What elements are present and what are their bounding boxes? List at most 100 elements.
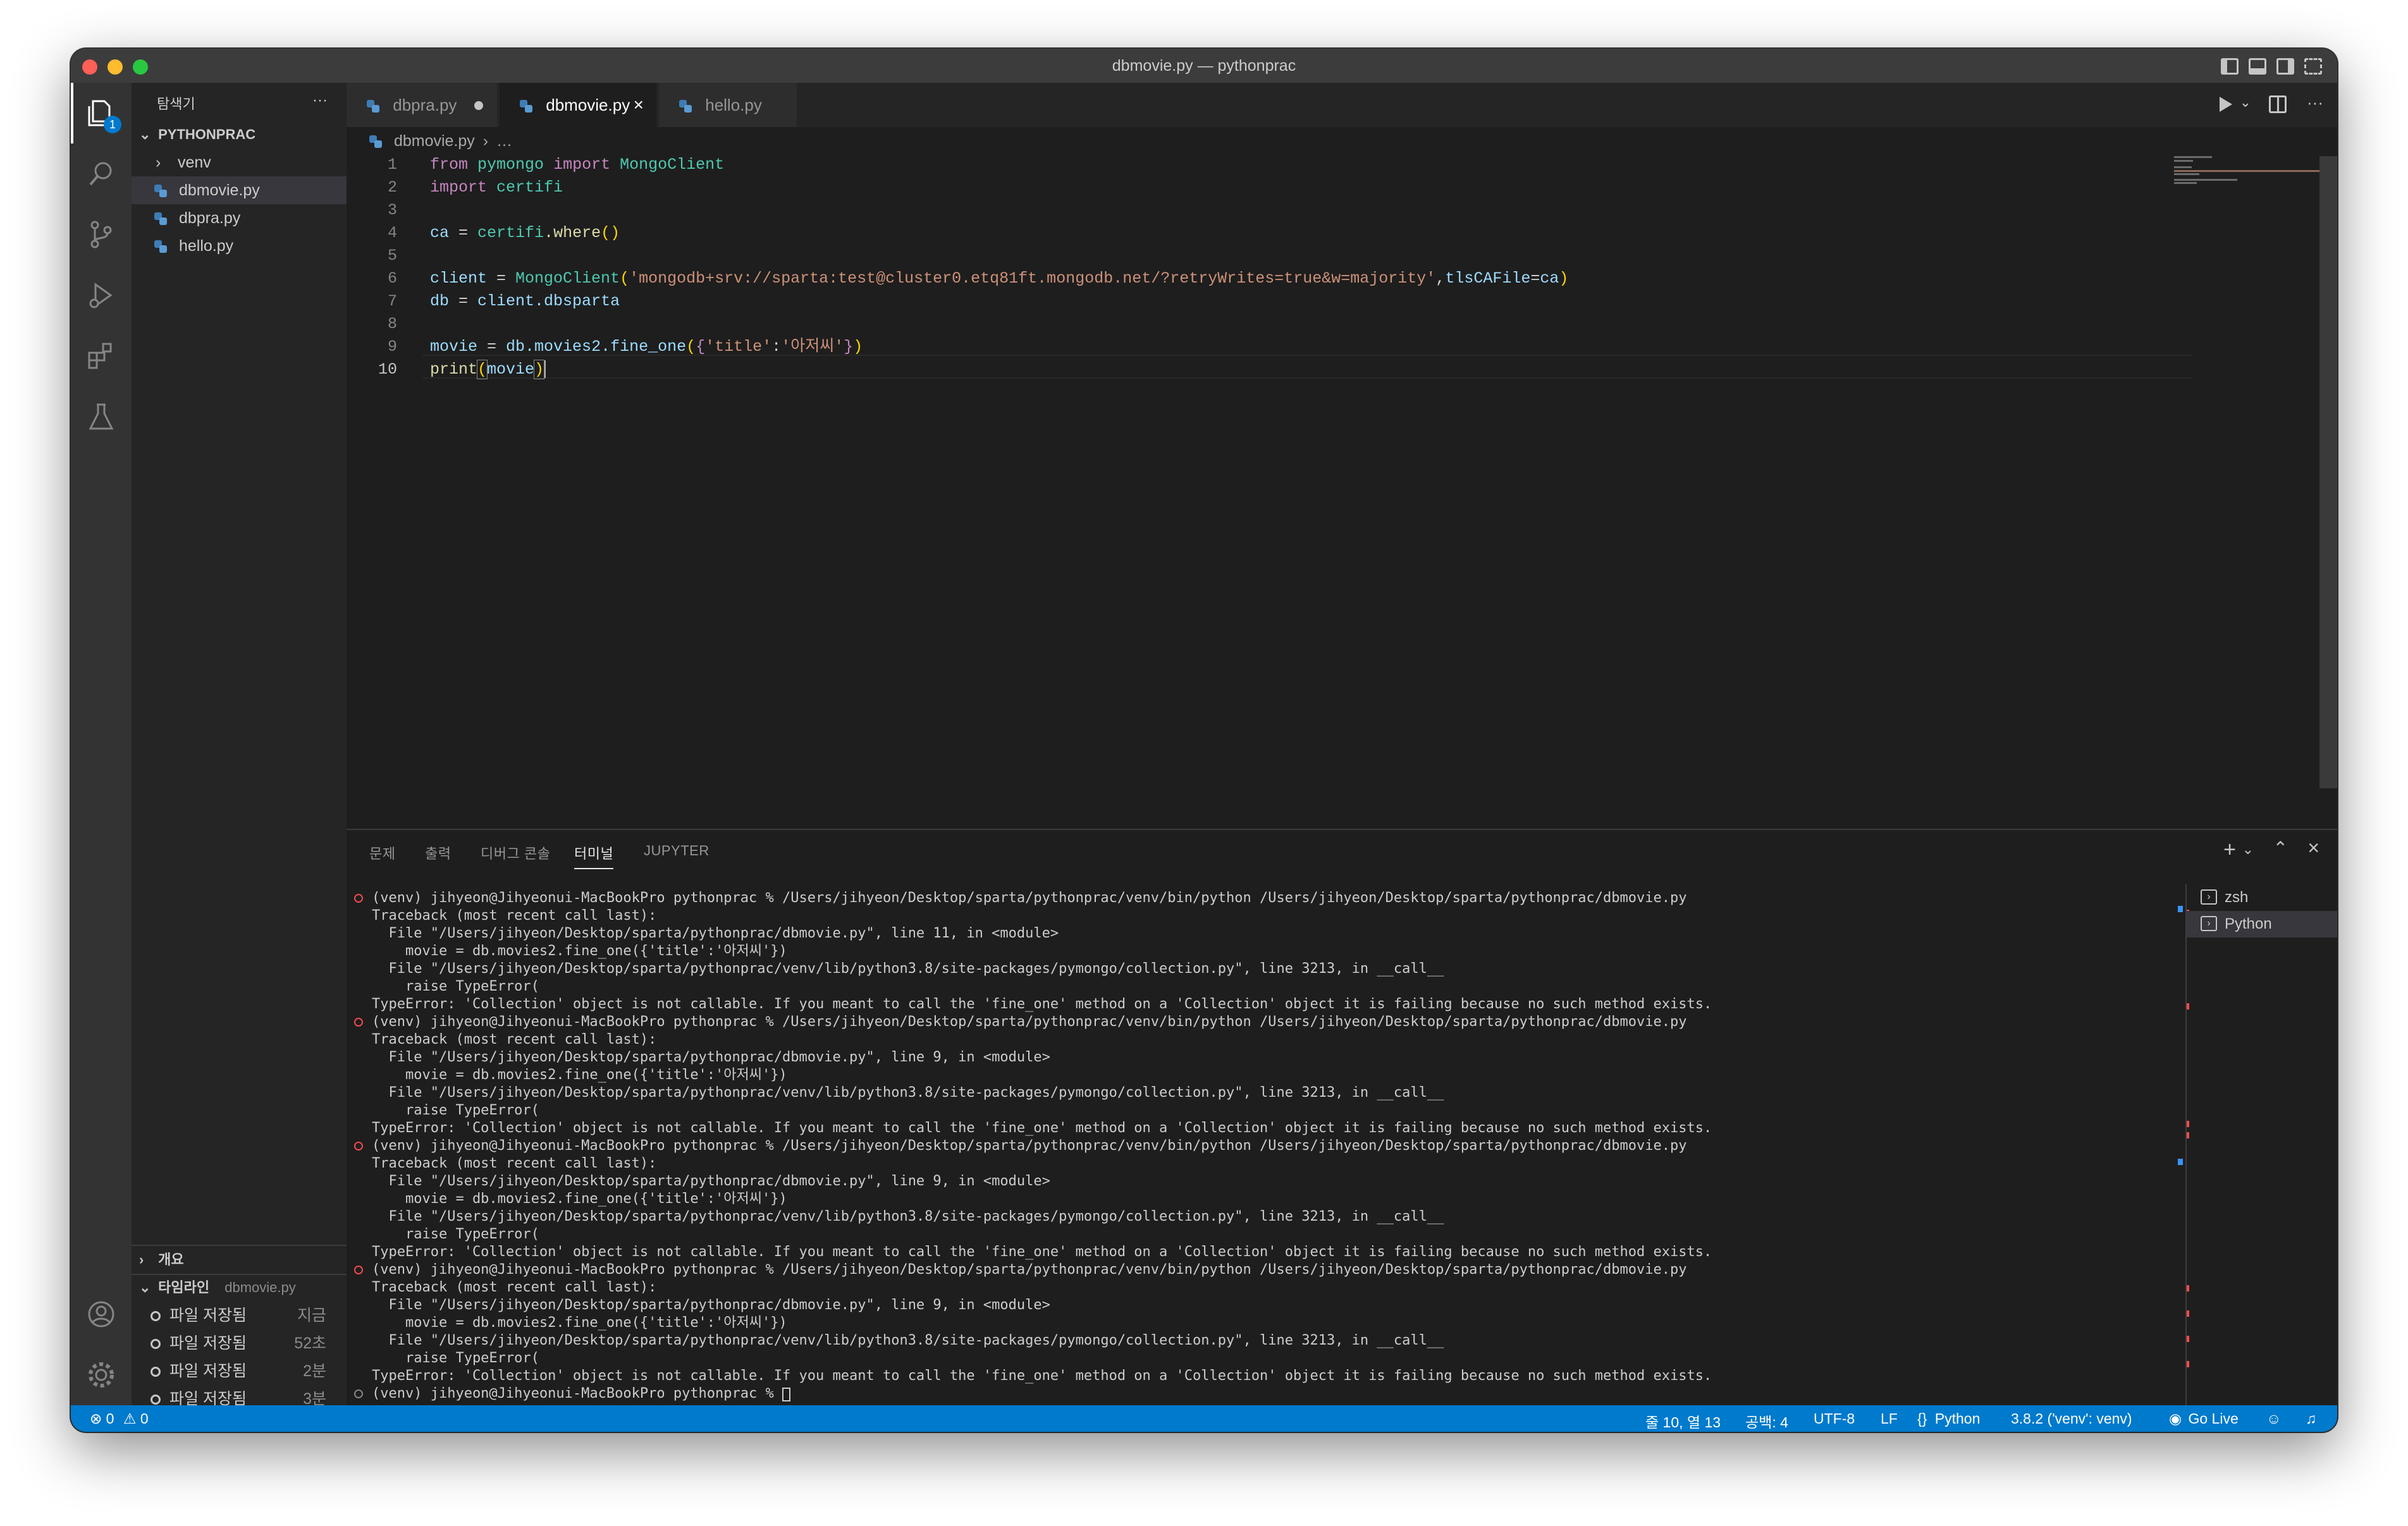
- customize-layout-icon[interactable]: [2304, 58, 2322, 75]
- run-python-icon[interactable]: [2220, 97, 2232, 112]
- go-live-button[interactable]: ◉ Go Live: [2169, 1410, 2239, 1427]
- tree-item-hello[interactable]: hello.py: [132, 232, 347, 260]
- maximize-panel-icon[interactable]: ⌃: [2273, 838, 2288, 858]
- panel-tab[interactable]: 문제: [369, 843, 395, 863]
- code-token: ): [534, 360, 545, 379]
- code-token: certifi: [477, 224, 544, 242]
- tree-item-venv[interactable]: › venv: [132, 149, 347, 176]
- python-file-icon: [153, 239, 168, 254]
- terminal-line: File "/Users/jihyeon/Desktop/sparta/pyth…: [372, 1173, 1050, 1189]
- feedback-icon[interactable]: ☺: [2266, 1410, 2281, 1427]
- code-token: =: [487, 269, 516, 288]
- python-interpreter[interactable]: 3.8.2 ('venv': venv): [2011, 1410, 2132, 1427]
- tree-item-dbmovie[interactable]: dbmovie.py: [132, 176, 347, 204]
- editor-scrollbar[interactable]: [2319, 156, 2337, 788]
- terminal-line: File "/Users/jihyeon/Desktop/sparta/pyth…: [372, 1085, 1444, 1101]
- code-token: certifi: [496, 178, 563, 197]
- code-token: import: [430, 178, 488, 197]
- python-file-icon: [153, 211, 168, 226]
- code-token: ca: [1540, 269, 1559, 288]
- code-token: 'mongodb+srv://sparta:test@cluster0.etq8…: [629, 269, 1436, 288]
- code-token: 'title': [705, 338, 772, 356]
- circle-icon: [150, 1339, 161, 1350]
- braces-icon: {}: [1917, 1410, 1927, 1427]
- chevron-down-icon[interactable]: ⌄: [2240, 94, 2251, 111]
- command-error-icon[interactable]: [354, 1266, 363, 1274]
- panel-tab[interactable]: 출력: [425, 843, 451, 863]
- close-icon[interactable]: ×: [634, 83, 644, 127]
- code-token: '아저씨': [781, 338, 844, 356]
- python-file-icon: [678, 99, 693, 114]
- code-token: db: [506, 338, 525, 356]
- terminal-line: Traceback (most recent call last):: [372, 1156, 657, 1171]
- more-actions-button[interactable]: ···: [2307, 93, 2323, 113]
- sidebar-more-button[interactable]: ···: [312, 92, 328, 109]
- chevron-down-icon[interactable]: ⌄: [2242, 841, 2254, 858]
- terminal-item-zsh[interactable]: › zsh: [2187, 884, 2337, 911]
- warning-count: 0: [140, 1410, 149, 1427]
- new-terminal-button[interactable]: +: [2223, 838, 2236, 862]
- terminal-line: TypeError: 'Collection' object is not ca…: [372, 996, 1712, 1012]
- timeline-item[interactable]: 파일 저장됨 지금: [132, 1302, 347, 1329]
- toggle-panel-icon[interactable]: [2249, 58, 2266, 75]
- terminal-line: TypeError: 'Collection' object is not ca…: [372, 1120, 1712, 1136]
- explorer-sidebar: 탐색기 ··· ⌄ PYTHONPRAC › venv dbmovie.py d…: [132, 83, 347, 1432]
- search-icon[interactable]: [71, 143, 132, 204]
- tab-dbmovie[interactable]: dbmovie.py ×: [500, 83, 658, 127]
- terminal-list: › zsh › Python: [2185, 884, 2337, 1405]
- modified-dot-icon[interactable]: [474, 101, 483, 110]
- run-debug-icon[interactable]: [71, 265, 132, 326]
- chevron-right-icon: ›: [156, 154, 161, 171]
- explorer-icon[interactable]: 1: [71, 83, 132, 143]
- line-number: 8: [387, 315, 397, 333]
- encoding[interactable]: UTF-8: [1814, 1410, 1855, 1427]
- terminal-line: movie = db.movies2.fine_one({'title':'아저…: [372, 1315, 787, 1331]
- terminal-item-python[interactable]: › Python: [2187, 911, 2337, 937]
- project-root[interactable]: ⌄ PYTHONPRAC: [132, 121, 347, 149]
- minimap[interactable]: [2174, 156, 2319, 188]
- end-of-line[interactable]: LF: [1881, 1410, 1898, 1427]
- cursor-position[interactable]: 줄 10, 열 13: [1645, 1410, 1721, 1432]
- source-control-icon[interactable]: [71, 204, 132, 265]
- command-error-icon[interactable]: [354, 1142, 363, 1151]
- language-mode[interactable]: {} Python: [1917, 1410, 1980, 1427]
- command-idle-icon[interactable]: [354, 1389, 363, 1398]
- terminal[interactable]: (venv) jihyeon@Jihyeonui-MacBookPro pyth…: [347, 884, 2199, 1405]
- command-error-icon[interactable]: [354, 894, 363, 903]
- testing-flask-icon[interactable]: [71, 386, 132, 447]
- tree-item-dbpra[interactable]: dbpra.py: [132, 204, 347, 232]
- split-editor-icon[interactable]: [2269, 95, 2287, 113]
- toggle-secondary-sidebar-icon[interactable]: [2276, 58, 2294, 75]
- close-panel-icon[interactable]: ×: [2307, 836, 2319, 860]
- panel-tab[interactable]: 디버그 콘솔: [481, 843, 550, 863]
- circle-icon: [150, 1367, 161, 1377]
- terminal-line: File "/Users/jihyeon/Desktop/sparta/pyth…: [372, 961, 1444, 977]
- settings-gear-icon[interactable]: [71, 1345, 132, 1405]
- tab-dbpra[interactable]: dbpra.py: [347, 83, 498, 127]
- code-token: movie: [430, 338, 478, 356]
- code-token: =: [477, 338, 507, 356]
- problems-status[interactable]: ⊗ 0 ⚠ 0: [90, 1410, 149, 1427]
- notifications-bell-icon[interactable]: ♫: [2306, 1410, 2316, 1427]
- terminal-line: movie = db.movies2.fine_one({'title':'아저…: [372, 943, 787, 959]
- extensions-icon[interactable]: [71, 326, 132, 386]
- command-error-icon[interactable]: [354, 1018, 363, 1027]
- bottom-panel: 문제 출력 디버그 콘솔 터미널 JUPYTER + ⌄ ⌃ × (venv) jihy…: [347, 829, 2337, 1405]
- line-number: 9: [387, 338, 397, 356]
- outline-section-header[interactable]: › 개요: [132, 1246, 347, 1274]
- explorer-badge: 1: [104, 116, 121, 133]
- editor-area: dbpra.py dbmovie.py × hello.py ⌄ ··· dbm…: [347, 83, 2337, 829]
- line-number: 2: [387, 178, 397, 197]
- breadcrumb-rest[interactable]: …: [496, 132, 512, 150]
- panel-tab[interactable]: 터미널: [574, 843, 614, 869]
- toggle-sidebar-icon[interactable]: [2221, 58, 2239, 75]
- timeline-item[interactable]: 파일 저장됨 2분: [132, 1357, 347, 1385]
- panel-tab[interactable]: JUPYTER: [644, 843, 710, 859]
- timeline-item[interactable]: 파일 저장됨 52초: [132, 1329, 347, 1357]
- timeline-section-header[interactable]: ⌄ 타임라인 dbmovie.py: [132, 1274, 347, 1302]
- indentation[interactable]: 공백: 4: [1745, 1410, 1788, 1432]
- tab-hello[interactable]: hello.py: [659, 83, 798, 127]
- account-icon[interactable]: [71, 1284, 132, 1345]
- breadcrumb-file[interactable]: dbmovie.py: [394, 132, 475, 150]
- terminal-line: raise TypeError(: [372, 1226, 539, 1242]
